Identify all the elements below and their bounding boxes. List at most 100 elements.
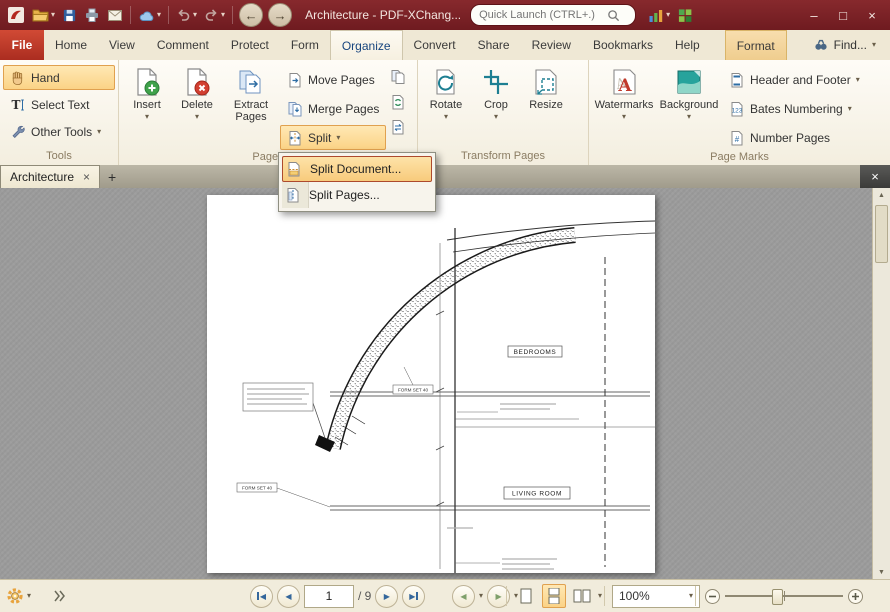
swap-pages-button[interactable] bbox=[390, 119, 406, 135]
duplicate-pages-icon bbox=[390, 69, 406, 85]
minimize-button[interactable]: – bbox=[800, 2, 828, 28]
delete-pages-button[interactable]: Delete ▾ bbox=[172, 62, 222, 121]
back-button[interactable]: ← bbox=[239, 3, 263, 27]
vertical-scrollbar[interactable]: ▲ ▼ bbox=[872, 188, 890, 580]
window-title: Architecture - PDF-XChang... bbox=[305, 8, 461, 22]
expand-toolbars-button[interactable] bbox=[52, 589, 66, 603]
redo-button[interactable]: ▾ bbox=[201, 3, 228, 27]
chart-icon bbox=[648, 8, 664, 23]
forward-button[interactable]: → bbox=[268, 3, 292, 27]
duplicate-pages-button[interactable] bbox=[390, 69, 406, 85]
zoom-out-button[interactable] bbox=[704, 588, 721, 605]
dropdown-caret-icon: ▾ bbox=[193, 11, 197, 19]
page-number-input[interactable] bbox=[304, 585, 354, 608]
zoom-slider[interactable] bbox=[725, 589, 843, 603]
binoculars-icon bbox=[813, 38, 829, 52]
bates-numbering-button[interactable]: 123 Bates Numbering ▾ bbox=[722, 96, 867, 121]
email-button[interactable] bbox=[104, 3, 126, 27]
ribbon-group-page-marks: AA Watermarks ▾ Background ▾ Header and … bbox=[589, 60, 890, 165]
tab-file[interactable]: File bbox=[0, 30, 44, 60]
cloud-icon bbox=[138, 9, 155, 22]
tab-review[interactable]: Review bbox=[521, 30, 582, 60]
document-page[interactable]: BEDROOMS LIVING ROOM FORM SET 40 FORM SE… bbox=[207, 195, 655, 573]
background-button[interactable]: Background ▾ bbox=[656, 62, 722, 121]
save-button[interactable] bbox=[59, 3, 80, 27]
dropdown-caret-icon: ▾ bbox=[687, 113, 691, 121]
tab-view[interactable]: View bbox=[98, 30, 146, 60]
cloud-button[interactable]: ▾ bbox=[135, 3, 164, 27]
tab-share[interactable]: Share bbox=[467, 30, 521, 60]
new-tab-button[interactable]: + bbox=[100, 165, 124, 188]
continuous-view-button[interactable] bbox=[542, 584, 566, 608]
document-tab-architecture[interactable]: Architecture × bbox=[0, 165, 100, 188]
session-button[interactable] bbox=[674, 3, 696, 27]
split-button[interactable]: Split ▾ bbox=[280, 125, 386, 150]
crop-pages-button[interactable]: Crop ▾ bbox=[471, 62, 521, 121]
dropdown-caret-icon: ▾ bbox=[336, 134, 340, 142]
ribbon-tab-row: File Home View Comment Protect Form Orga… bbox=[0, 30, 890, 61]
tab-comment[interactable]: Comment bbox=[146, 30, 220, 60]
redo-icon bbox=[204, 8, 219, 22]
menu-item-split-pages[interactable]: Split Pages... bbox=[282, 182, 432, 208]
status-bar: ▾ ◀ ◀ / 9 ▶ ▶ ◀ ▾ ▶ ▾ ▾ 100% bbox=[0, 579, 890, 612]
dropdown-caret-icon: ▾ bbox=[872, 41, 876, 49]
select-text-button[interactable]: T Select Text bbox=[3, 92, 115, 117]
tab-protect[interactable]: Protect bbox=[220, 30, 280, 60]
menu-item-split-document[interactable]: Split Document... bbox=[282, 156, 432, 182]
quick-launch-input[interactable] bbox=[477, 8, 607, 22]
zoom-in-button[interactable] bbox=[847, 588, 864, 605]
print-button[interactable] bbox=[81, 3, 103, 27]
replace-pages-button[interactable] bbox=[390, 94, 406, 110]
insert-pages-button[interactable]: Insert ▾ bbox=[122, 62, 172, 121]
first-page-button[interactable]: ◀ bbox=[250, 585, 273, 608]
scroll-down-button[interactable]: ▼ bbox=[873, 565, 890, 580]
next-page-button[interactable]: ▶ bbox=[375, 585, 398, 608]
tab-organize[interactable]: Organize bbox=[330, 30, 403, 60]
last-page-button[interactable]: ▶ bbox=[402, 585, 425, 608]
tab-format[interactable]: Format bbox=[725, 30, 787, 60]
scrollbar-thumb[interactable] bbox=[875, 205, 888, 263]
previous-page-button[interactable]: ◀ bbox=[277, 585, 300, 608]
other-tools-button[interactable]: Other Tools ▾ bbox=[3, 119, 115, 144]
zoom-level-select[interactable]: 100% ▾ bbox=[612, 585, 700, 608]
extract-pages-button[interactable]: Extract Pages bbox=[222, 62, 280, 123]
quick-launch-box[interactable] bbox=[470, 4, 636, 26]
ribbon-group-transform: Rotate ▾ Crop ▾ Resize Transform Pages bbox=[418, 60, 589, 165]
close-button[interactable]: × bbox=[858, 2, 886, 28]
tab-help[interactable]: Help bbox=[664, 30, 711, 60]
resize-pages-button[interactable]: Resize bbox=[521, 62, 571, 111]
single-page-view-button[interactable] bbox=[514, 584, 538, 608]
hand-tool-button[interactable]: Hand bbox=[3, 65, 115, 90]
open-file-button[interactable]: ▾ bbox=[29, 3, 58, 27]
previous-view-button[interactable]: ◀ bbox=[452, 585, 475, 608]
single-page-icon bbox=[519, 588, 533, 604]
green-grid-icon bbox=[677, 8, 693, 23]
tab-form[interactable]: Form bbox=[280, 30, 330, 60]
dropdown-caret-icon: ▾ bbox=[622, 113, 626, 121]
app-logo-icon bbox=[4, 3, 28, 27]
tab-convert[interactable]: Convert bbox=[403, 30, 467, 60]
undo-button[interactable]: ▾ bbox=[173, 3, 200, 27]
gear-icon bbox=[6, 587, 24, 605]
find-button[interactable]: Find... ▾ bbox=[805, 30, 890, 60]
watermarks-button[interactable]: AA Watermarks ▾ bbox=[592, 62, 656, 121]
tab-bookmarks[interactable]: Bookmarks bbox=[582, 30, 664, 60]
close-document-button[interactable]: × bbox=[860, 165, 890, 188]
header-and-footer-button[interactable]: Header and Footer ▾ bbox=[722, 67, 867, 92]
move-pages-button[interactable]: Move Pages bbox=[280, 67, 386, 92]
dropdown-caret-icon: ▾ bbox=[221, 11, 225, 19]
rotate-pages-button[interactable]: Rotate ▾ bbox=[421, 62, 471, 121]
zoom-value: 100% bbox=[619, 589, 650, 603]
save-icon bbox=[62, 8, 77, 23]
zoom-slider-handle[interactable] bbox=[772, 589, 783, 605]
merge-pages-button[interactable]: Merge Pages bbox=[280, 96, 386, 121]
insert-pages-icon bbox=[132, 67, 162, 97]
status-options-button[interactable]: ▾ bbox=[6, 587, 31, 605]
statistics-button[interactable]: ▾ bbox=[645, 3, 673, 27]
close-tab-icon[interactable]: × bbox=[83, 170, 90, 184]
number-pages-button[interactable]: # Number Pages bbox=[722, 125, 867, 150]
two-page-view-button[interactable] bbox=[570, 584, 594, 608]
tab-home[interactable]: Home bbox=[44, 30, 98, 60]
scroll-up-button[interactable]: ▲ bbox=[873, 188, 890, 203]
maximize-button[interactable]: □ bbox=[829, 2, 857, 28]
